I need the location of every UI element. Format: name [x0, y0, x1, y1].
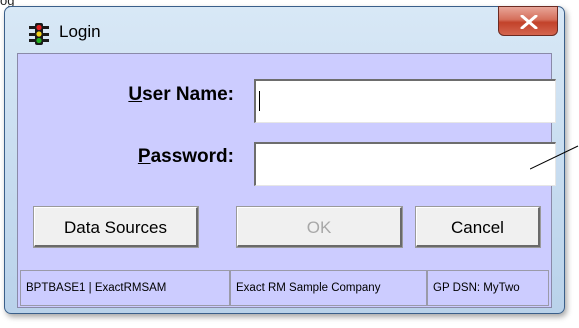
status-database: BPTBASE1 | ExactRMSAM	[20, 270, 230, 306]
status-gp-dsn: GP DSN: MyTwo	[427, 270, 549, 306]
cancel-button[interactable]: Cancel	[415, 206, 541, 248]
username-input[interactable]	[254, 79, 556, 123]
password-label: Password:	[137, 146, 234, 167]
traffic-light-icon	[27, 22, 51, 46]
callout-line	[530, 145, 579, 170]
close-icon	[520, 15, 538, 29]
title-bar[interactable]: Login	[5, 6, 564, 49]
status-company: Exact RM Sample Company	[230, 270, 427, 306]
data-sources-button[interactable]: Data Sources	[33, 206, 199, 248]
username-label: User Name:	[128, 84, 234, 105]
login-window: Login User Name: Password: Data Sources …	[4, 6, 565, 314]
text-cursor	[259, 91, 260, 111]
password-input[interactable]	[254, 142, 556, 186]
window-title: Login	[59, 22, 101, 41]
close-button[interactable]	[498, 6, 558, 36]
login-form-panel: User Name: Password: Data Sources OK Can…	[17, 53, 556, 308]
ok-button[interactable]: OK	[236, 206, 403, 248]
